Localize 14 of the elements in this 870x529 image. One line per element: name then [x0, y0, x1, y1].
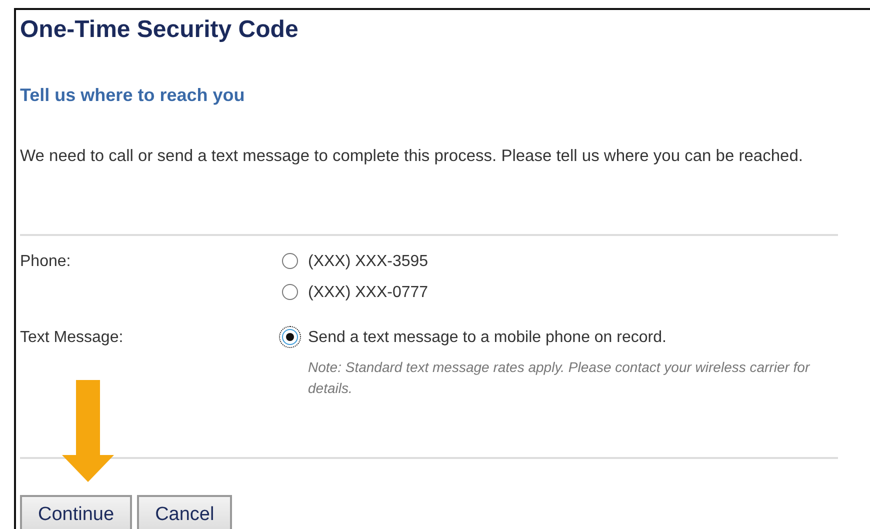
radio-button[interactable]	[282, 329, 298, 346]
option-label: Phone:	[20, 253, 71, 270]
page-title: One-Time Security Code	[20, 16, 300, 45]
radio-label[interactable]: (XXX) XXX-0777	[308, 284, 428, 302]
radio-label[interactable]: (XXX) XXX-3595	[308, 253, 428, 270]
note-text: Note: Standard text message rates apply. Please contact your wireless carrier for details.	[308, 359, 810, 396]
cancel-button[interactable]: Cancel	[137, 495, 232, 529]
radio-button[interactable]	[282, 253, 298, 270]
continue-button[interactable]: Continue	[20, 495, 132, 529]
radio-label[interactable]: Send a text message to a mobile phone on record.	[308, 329, 666, 346]
section-heading: Tell us where to reach you	[20, 84, 246, 106]
instruction-text: We need to call or send a text message to complete this process. Please tell us where you can be reached.	[20, 146, 804, 168]
radio-button[interactable]	[282, 284, 298, 300]
option-label: Text Message:	[20, 329, 124, 346]
